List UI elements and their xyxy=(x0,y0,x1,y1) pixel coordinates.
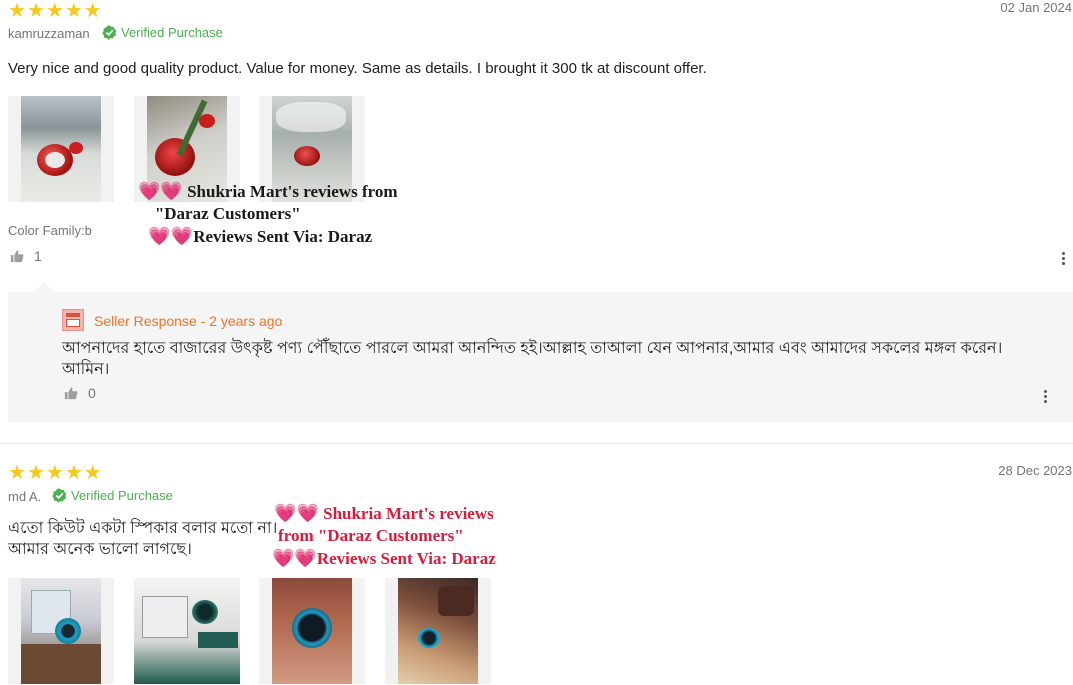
reviewer-name: md A. xyxy=(8,489,42,504)
review-image[interactable] xyxy=(134,578,240,684)
review-image[interactable] xyxy=(8,96,114,202)
review-2-rating: ★ ★ ★ ★ ★ xyxy=(8,463,102,483)
star-icon: ★ xyxy=(83,462,102,484)
verified-check-icon xyxy=(52,488,67,503)
watermark-line: Shukria Mart's reviews from xyxy=(187,182,398,201)
watermark-overlay: 💗💗 Shukria Mart's reviews from "Daraz Cu… xyxy=(272,502,496,570)
verified-label: Verified Purchase xyxy=(121,25,223,40)
heart-icon: 💗💗 xyxy=(274,503,319,523)
review-content-line: আমার অনেক ভালো লাগছে। xyxy=(8,541,192,558)
watermark-overlay: 💗💗 Shukria Mart's reviews from "Daraz Cu… xyxy=(138,180,398,248)
review-divider xyxy=(0,443,1073,444)
review-content: এতো কিউট একটা স্পিকার বলার মতো না। আমার … xyxy=(8,518,277,560)
review-date: 02 Jan 2024 xyxy=(1000,0,1072,15)
watermark-line: Shukria Mart's reviews xyxy=(323,504,494,523)
like-count: 0 xyxy=(88,385,96,401)
heart-icon: 💗💗 xyxy=(272,548,317,568)
review-image[interactable] xyxy=(259,578,365,684)
star-icon: ★ xyxy=(83,0,102,22)
like-count: 1 xyxy=(34,248,42,264)
verified-badge: Verified Purchase xyxy=(102,25,223,40)
star-icon: ★ xyxy=(64,462,83,484)
review-image[interactable] xyxy=(8,578,114,684)
review-content: Very nice and good quality product. Valu… xyxy=(8,60,707,77)
thumbs-up-icon xyxy=(64,387,78,400)
verified-badge: Verified Purchase xyxy=(52,488,173,503)
thumbs-up-icon xyxy=(10,250,24,263)
verified-label: Verified Purchase xyxy=(71,488,173,503)
review-image[interactable] xyxy=(385,578,491,684)
review-content-line: এতো কিউট একটা স্পিকার বলার মতো না। xyxy=(8,520,278,537)
watermark-line: from "Daraz Customers" xyxy=(278,526,464,545)
verified-check-icon xyxy=(102,25,117,40)
store-icon xyxy=(62,309,84,331)
sku-info: Color Family:b xyxy=(8,223,92,238)
star-icon: ★ xyxy=(26,0,45,22)
reviewer-name: kamruzzaman xyxy=(8,26,90,41)
kebab-menu-icon[interactable] xyxy=(1062,250,1065,267)
star-icon: ★ xyxy=(64,0,83,22)
star-icon: ★ xyxy=(8,0,26,22)
seller-response-text: আপনাদের হাতে বাজারের উৎকৃষ্ট পণ্য পৌঁছাত… xyxy=(62,340,1003,378)
watermark-line: Reviews Sent Via: Daraz xyxy=(193,227,373,246)
heart-icon: 💗💗 xyxy=(148,226,194,246)
review-1-rating: ★ ★ ★ ★ ★ xyxy=(8,1,102,21)
star-icon: ★ xyxy=(45,462,64,484)
watermark-line: "Daraz Customers" xyxy=(154,204,301,223)
seller-response-title: Seller Response - 2 years ago xyxy=(94,313,283,329)
star-icon: ★ xyxy=(26,462,45,484)
seller-response: Seller Response - 2 years ago আপনাদের হা… xyxy=(8,292,1073,422)
review-date: 28 Dec 2023 xyxy=(998,463,1072,478)
kebab-menu-icon[interactable] xyxy=(1044,388,1047,405)
star-icon: ★ xyxy=(8,462,26,484)
seller-like-button[interactable]: 0 xyxy=(64,385,96,401)
heart-icon: 💗💗 xyxy=(138,181,183,201)
watermark-line: Reviews Sent Via: Daraz xyxy=(316,549,496,568)
star-icon: ★ xyxy=(45,0,64,22)
like-button[interactable]: 1 xyxy=(10,248,42,264)
seller-box-caret xyxy=(34,281,54,292)
